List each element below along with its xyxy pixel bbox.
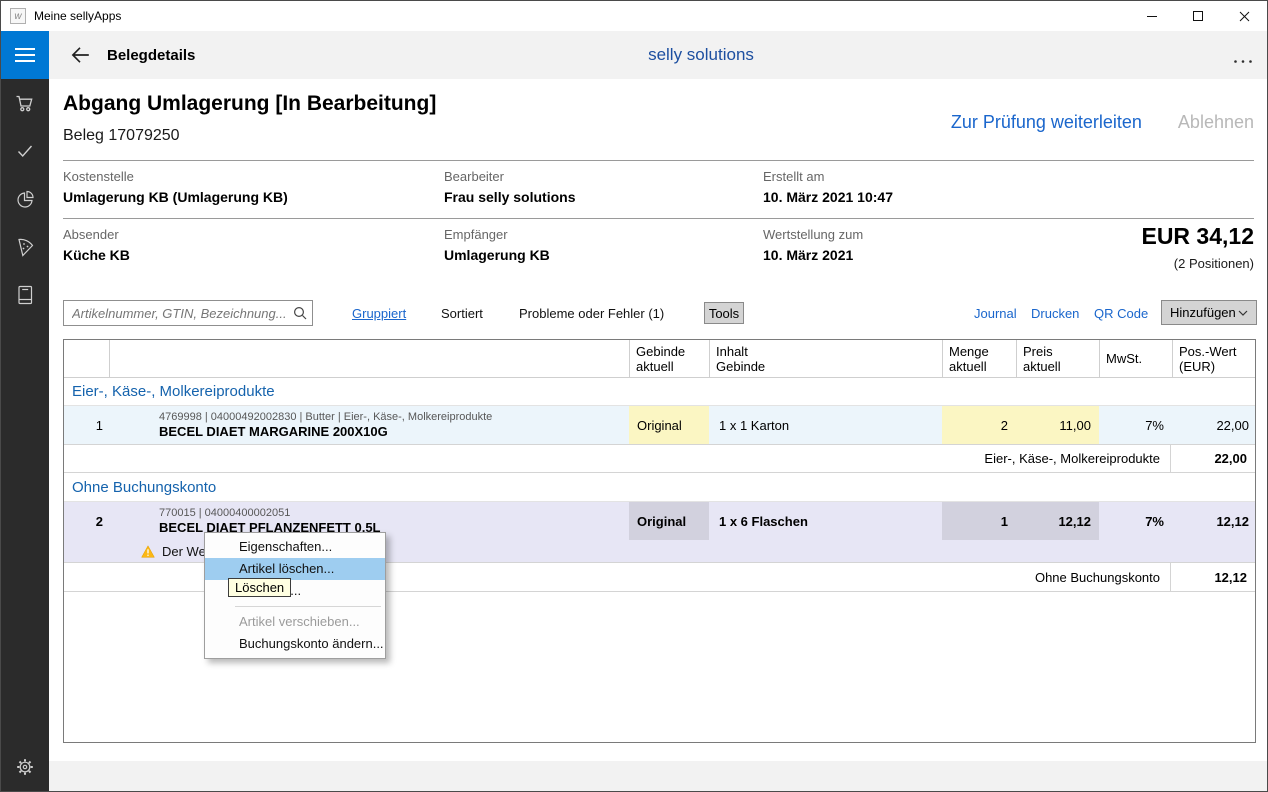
add-dropdown-button[interactable]: Hinzufügen	[1161, 300, 1257, 325]
hamburger-menu-button[interactable]	[1, 31, 49, 79]
filter-probleme[interactable]: Probleme oder Fehler (1)	[519, 306, 664, 321]
article-meta: 770015 | 04000400002051	[159, 507, 290, 519]
preis-cell[interactable]: 12,12	[1016, 502, 1099, 540]
more-button[interactable]	[1233, 51, 1253, 69]
total-positions: (2 Positionen)	[1141, 256, 1254, 271]
col-preis: Preisaktuell	[1016, 340, 1099, 377]
col-mwst: MwSt.	[1099, 340, 1172, 377]
app-icon: w	[10, 8, 26, 24]
mwst-cell: 7%	[1099, 502, 1172, 540]
minimize-button[interactable]	[1129, 1, 1175, 31]
menu-item-artikel-verschieben: Artikel verschieben...	[205, 611, 385, 633]
reject-button[interactable]: Ablehnen	[1178, 112, 1254, 133]
app-header: Belegdetails selly solutions	[49, 31, 1267, 79]
back-button[interactable]	[65, 40, 95, 70]
gear-icon	[13, 755, 37, 779]
inhalt-cell: 1 x 6 Flaschen	[709, 502, 942, 540]
submit-for-review-button[interactable]: Zur Prüfung weiterleiten	[951, 112, 1142, 133]
document-total: EUR 34,12 (2 Positionen)	[1141, 223, 1254, 271]
shopping-cart-icon	[13, 91, 37, 115]
search-box	[63, 300, 313, 326]
group-subtotal: Eier-, Käse-, Molkereiprodukte 22,00	[64, 444, 1255, 473]
close-icon	[1239, 11, 1250, 22]
sidebar-item-food[interactable]	[1, 223, 49, 271]
window-title: Meine sellyApps	[34, 9, 121, 23]
tooltip: Löschen	[228, 578, 291, 597]
col-inhalt: InhaltGebinde	[709, 340, 942, 377]
field-wertstellung: Wertstellung zum 10. März 2021	[763, 227, 863, 263]
maximize-icon	[1193, 11, 1203, 21]
warning-icon	[141, 545, 155, 558]
field-absender: Absender Küche KB	[63, 227, 130, 263]
gebinde-cell[interactable]: Original	[629, 406, 709, 444]
menu-item-eigenschaften[interactable]: Eigenschaften...	[205, 536, 385, 558]
sidebar-item-reports[interactable]	[1, 175, 49, 223]
drucken-link[interactable]: Drucken	[1031, 306, 1079, 321]
filter-sortiert[interactable]: Sortiert	[441, 306, 483, 321]
pizza-slice-icon	[13, 235, 37, 259]
pie-chart-icon	[13, 187, 37, 211]
group-header: Eier-, Käse-, Molkereiprodukte	[64, 378, 1255, 406]
poswert-cell: 12,12	[1172, 502, 1257, 540]
menu-item-artikel-loeschen[interactable]: Artikel löschen...	[205, 558, 385, 580]
menge-cell[interactable]: 2	[942, 406, 1016, 444]
search-input[interactable]	[63, 300, 313, 326]
article-meta: 4769998 | 04000492002830 | Butter | Eier…	[159, 411, 492, 423]
mwst-cell: 7%	[1099, 406, 1172, 444]
col-poswert: Pos.-Wert(EUR)	[1172, 340, 1257, 377]
preis-cell[interactable]: 11,00	[1016, 406, 1099, 444]
close-button[interactable]	[1221, 1, 1267, 31]
article-name: BECEL DIAET MARGARINE 200X10G	[159, 424, 388, 439]
book-icon	[13, 283, 37, 307]
poswert-cell: 22,00	[1172, 406, 1257, 444]
gebinde-cell[interactable]: Original	[629, 502, 709, 540]
brand-title: selly solutions	[49, 45, 1267, 65]
qr-code-link[interactable]: QR Code	[1094, 306, 1148, 321]
total-amount: EUR 34,12	[1141, 223, 1254, 250]
field-erstellt-am: Erstellt am 10. März 2021 10:47	[763, 169, 893, 205]
window-controls	[1129, 1, 1267, 31]
sidebar	[1, 31, 49, 791]
col-menge: Mengeaktuell	[942, 340, 1016, 377]
minimize-icon	[1147, 16, 1157, 17]
document-number: Beleg 17079250	[63, 127, 180, 145]
maximize-button[interactable]	[1175, 1, 1221, 31]
titlebar: w Meine sellyApps	[1, 1, 1267, 31]
menu-item-buchungskonto-aendern[interactable]: Buchungskonto ändern...	[205, 633, 385, 655]
tools-button[interactable]: Tools	[704, 302, 744, 324]
col-article	[109, 340, 629, 377]
filter-gruppiert[interactable]: Gruppiert	[352, 306, 406, 321]
sidebar-item-settings[interactable]	[1, 743, 49, 791]
document-title: Abgang Umlagerung [In Bearbeitung]	[63, 92, 436, 116]
menge-cell[interactable]: 1	[942, 502, 1016, 540]
page-title: Belegdetails	[107, 47, 195, 64]
divider	[63, 218, 1254, 219]
app-window: w Meine sellyApps	[0, 0, 1268, 792]
col-num	[64, 340, 109, 377]
sidebar-item-catalog[interactable]	[1, 271, 49, 319]
ellipsis-icon	[1233, 59, 1253, 64]
sidebar-item-cart[interactable]	[1, 79, 49, 127]
table-row[interactable]: 1 4769998 | 04000492002830 | Butter | Ei…	[64, 406, 1255, 444]
content-area: Abgang Umlagerung [In Bearbeitung] Beleg…	[49, 79, 1267, 761]
journal-link[interactable]: Journal	[974, 306, 1017, 321]
divider	[63, 160, 1254, 161]
sidebar-item-check[interactable]	[1, 127, 49, 175]
document-actions: Zur Prüfung weiterleiten Ablehnen	[951, 112, 1254, 133]
col-gebinde: Gebindeaktuell	[629, 340, 709, 377]
menu-separator	[235, 606, 381, 607]
inhalt-cell: 1 x 1 Karton	[709, 406, 942, 444]
field-empfaenger: Empfänger Umlagerung KB	[444, 227, 550, 263]
field-kostenstelle: Kostenstelle Umlagerung KB (Umlagerung K…	[63, 169, 288, 205]
group-header: Ohne Buchungskonto	[64, 473, 1255, 502]
bottom-bar	[49, 761, 1267, 791]
checkmark-icon	[13, 139, 37, 163]
table-header-row: Gebindeaktuell InhaltGebinde Mengeaktuel…	[64, 340, 1255, 378]
search-icon	[293, 306, 307, 320]
field-bearbeiter: Bearbeiter Frau selly solutions	[444, 169, 575, 205]
back-arrow-icon	[69, 44, 91, 66]
chevron-down-icon	[1238, 310, 1248, 316]
